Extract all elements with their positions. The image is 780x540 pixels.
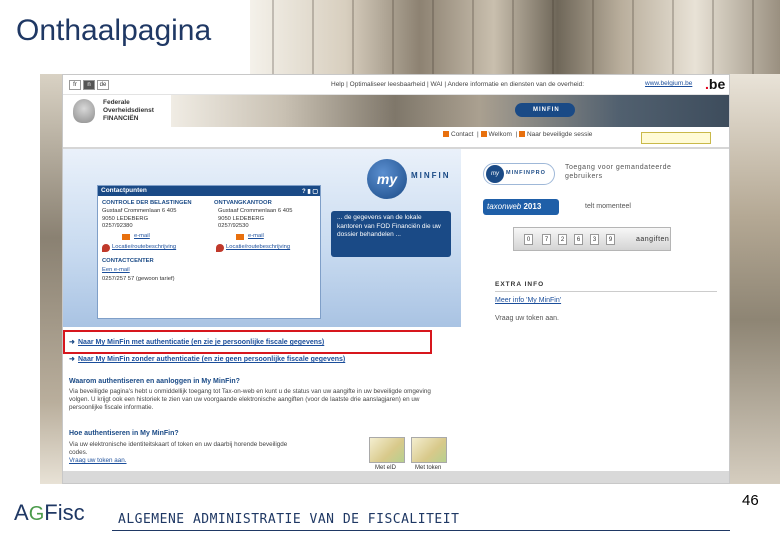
extra-info-divider bbox=[495, 291, 717, 292]
utility-links[interactable]: Help | Optimaliseer leesbaarheid | WAI |… bbox=[331, 81, 584, 88]
my-icon: my bbox=[486, 165, 504, 183]
minfinpro-logo[interactable]: my MINFINPRO bbox=[483, 163, 555, 185]
belgian-crest-icon bbox=[73, 99, 95, 123]
footer-text: ALGEMENE ADMINISTRATIE VAN DE FISCALITEI… bbox=[118, 512, 460, 527]
counter-label: aangiften bbox=[636, 236, 670, 243]
counter-digit: 7 bbox=[542, 234, 551, 245]
more-info-link[interactable]: Meer info 'My MinFin' bbox=[495, 297, 561, 304]
col2-address: Gustaaf Crommenlaan 6 405 9050 LEDEBERG … bbox=[218, 208, 293, 229]
org-name: Federale Overheidsdienst FINANCIËN bbox=[103, 99, 154, 122]
contact-panel-header: Contactpunten ? ▮ ▢ bbox=[98, 186, 320, 196]
lang-nl-button[interactable]: n bbox=[83, 80, 95, 90]
page-number: 46 bbox=[742, 492, 759, 509]
why-heading: Waarom authentiseren en aanloggen in My … bbox=[69, 378, 240, 385]
panel-tool-icons[interactable]: ? ▮ ▢ bbox=[302, 187, 318, 197]
minfin-badge: MINFIN bbox=[515, 103, 575, 117]
minfin-homepage-screenshot: fr n de Help | Optimaliseer leesbaarheid… bbox=[62, 74, 730, 484]
right-column: my MINFINPRO Toegang voor gemandateerde … bbox=[483, 155, 723, 483]
arrow-right-icon: ➜ bbox=[69, 356, 75, 363]
counter-digit: 6 bbox=[574, 234, 583, 245]
header-photo bbox=[171, 95, 729, 127]
taxonweb-description: telt momenteel bbox=[585, 203, 631, 210]
contactcenter-phone: 0257/257 57 (gewoon tarief) bbox=[102, 276, 175, 282]
callout-bubble: ... de gegevens van de lokale kantoren v… bbox=[331, 211, 451, 257]
how-token-link[interactable]: Vraag uw token aan. bbox=[69, 457, 189, 465]
taxonweb-year: 2013 bbox=[523, 202, 542, 211]
location-icon bbox=[102, 244, 110, 252]
slide-title: Onthaalpagina bbox=[16, 14, 212, 47]
footer-rule bbox=[112, 530, 730, 531]
col2-email-link[interactable]: e-mail bbox=[248, 233, 264, 239]
counter-digit: 9 bbox=[606, 234, 615, 245]
contactcenter-email-link[interactable]: Een e-mail bbox=[102, 267, 130, 273]
secure-session-icon bbox=[518, 131, 525, 138]
page-footer-band bbox=[63, 471, 729, 483]
contact-icon bbox=[443, 131, 449, 138]
token-image bbox=[411, 437, 447, 463]
contact-title: Contactpunten bbox=[101, 187, 147, 194]
taxonweb-logo[interactable]: taxonweb 2013 bbox=[483, 199, 559, 215]
col1-email-link[interactable]: e-mail bbox=[134, 233, 150, 239]
arrow-right-icon: ➜ bbox=[69, 339, 75, 346]
contact-panel: Contactpunten ? ▮ ▢ CONTROLE DER BELASTI… bbox=[97, 185, 321, 319]
nav-contact[interactable]: Contact bbox=[451, 131, 473, 138]
col2-location-link[interactable]: Locatie/routebeschrijving bbox=[226, 244, 290, 250]
my-minfin-logo: my bbox=[367, 159, 407, 199]
email-icon bbox=[122, 234, 130, 240]
be-logo: .be bbox=[705, 76, 726, 92]
minfinpro-description[interactable]: Toegang voor gemandateerde gebruikers bbox=[565, 163, 671, 181]
why-text: Via beveiligde pagina's hebt u onmiddell… bbox=[69, 388, 431, 411]
header-photo-banner bbox=[250, 0, 780, 74]
counter-digit: 0 bbox=[524, 234, 533, 245]
how-text-2: codes. bbox=[69, 449, 88, 456]
lang-de-button[interactable]: de bbox=[97, 80, 109, 90]
left-photo-strip bbox=[40, 74, 62, 484]
how-text-1: Via uw elektronische identiteitskaart of… bbox=[69, 441, 288, 448]
login-with-auth-link[interactable]: ➜ Naar My MinFin met authenticatie (en zi… bbox=[69, 338, 324, 346]
nav-welcome[interactable]: Welkom bbox=[489, 131, 512, 138]
contactcenter-heading: CONTACTCENTER bbox=[102, 258, 154, 264]
belgium-be-link[interactable]: www.belgium.be bbox=[645, 80, 692, 87]
search-input[interactable] bbox=[641, 132, 711, 144]
top-utility-bar: fr n de Help | Optimaliseer leesbaarheid… bbox=[63, 75, 729, 95]
how-heading: Hoe authentiseren in My MinFin? bbox=[69, 430, 179, 437]
eid-card-image bbox=[369, 437, 405, 463]
agfisc-logo: AGFisc bbox=[14, 500, 85, 525]
minfinpro-wordmark: MINFINPRO bbox=[506, 170, 546, 176]
minfin-wordmark: MINFIN bbox=[411, 171, 451, 180]
right-photo-strip bbox=[730, 74, 780, 484]
counter-digit: 3 bbox=[590, 234, 599, 245]
site-header: Federale Overheidsdienst FINANCIËN MINFI… bbox=[63, 95, 729, 127]
counter-digit: 2 bbox=[558, 234, 567, 245]
welcome-icon bbox=[480, 131, 487, 138]
nav-secure-session[interactable]: Naar beveiligde sessie bbox=[527, 131, 592, 138]
login-without-auth-link[interactable]: ➜ Naar My MinFin zonder authenticatie (en… bbox=[69, 355, 345, 363]
lang-fr-button[interactable]: fr bbox=[69, 80, 81, 90]
col1-location-link[interactable]: Locatie/routebeschrijving bbox=[112, 244, 176, 250]
extra-info-heading: EXTRA INFO bbox=[495, 281, 545, 288]
email-icon bbox=[236, 234, 244, 240]
taxonweb-name: taxonweb bbox=[487, 202, 522, 211]
col1-address: Gustaaf Crommenlaan 6 405 9050 LEDEBERG … bbox=[102, 208, 177, 229]
declaration-counter: 0 7 2 6 3 9 aangiften bbox=[513, 227, 671, 251]
location-icon bbox=[216, 244, 224, 252]
col2-heading: ONTVANGKANTOOR bbox=[214, 200, 272, 206]
col1-heading: CONTROLE DER BELASTINGEN bbox=[102, 200, 192, 206]
nav-row: Contact | Welkom | Naar beveiligde sessi… bbox=[443, 131, 592, 145]
request-token-text: Vraag uw token aan. bbox=[495, 315, 559, 322]
